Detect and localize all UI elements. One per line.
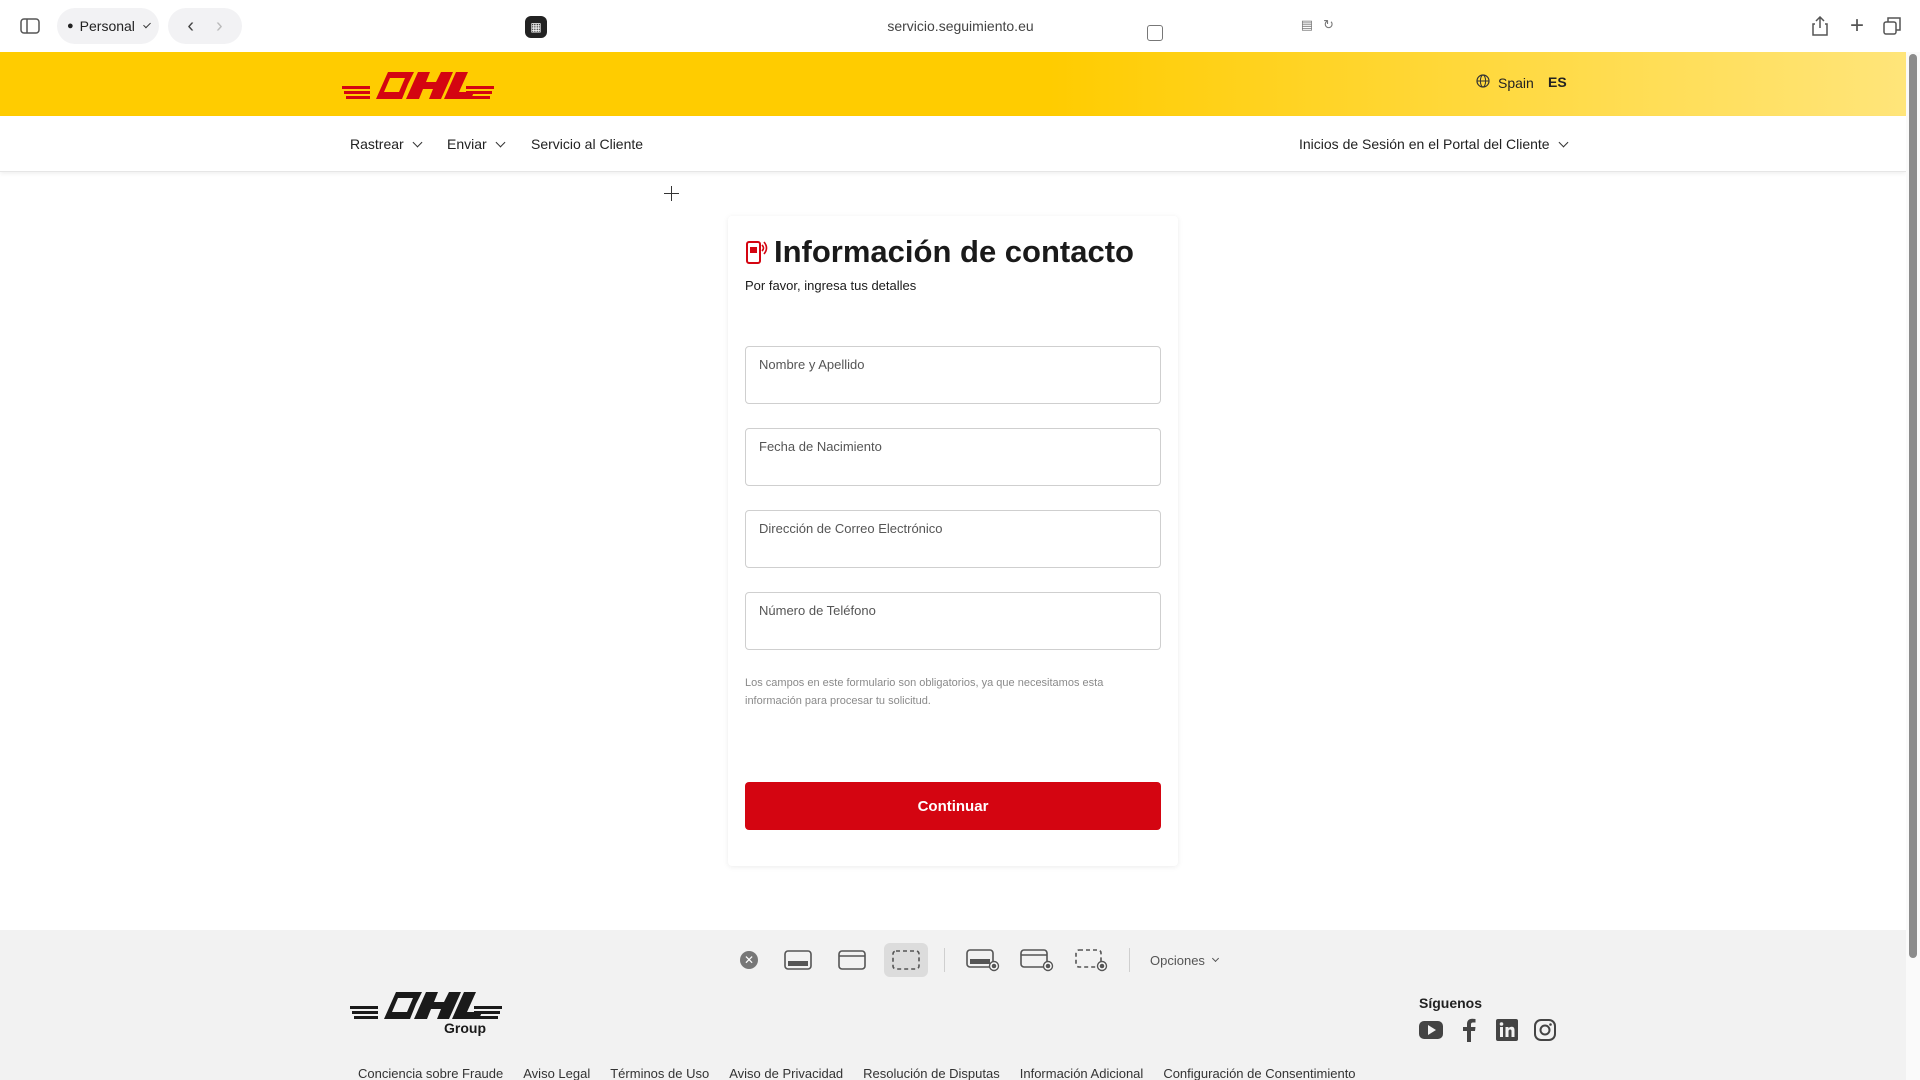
footer-links: Conciencia sobre Fraude Aviso Legal Térm…	[358, 1066, 1356, 1080]
form-disclaimer: Los campos en este formulario son obliga…	[745, 677, 1104, 707]
footer-link-aviso-legal[interactable]: Aviso Legal	[523, 1066, 590, 1080]
youtube-icon[interactable]	[1419, 1018, 1443, 1042]
phone-field[interactable]: Número de Teléfono	[745, 592, 1161, 650]
nav-item-enviar[interactable]: Enviar	[447, 136, 506, 152]
nav-item-servicio-cliente[interactable]: Servicio al Cliente	[531, 136, 643, 152]
capture-window-icon[interactable]	[830, 943, 874, 977]
full-name-field[interactable]: Nombre y Apellido	[745, 346, 1161, 404]
chevron-down-icon	[1558, 137, 1569, 147]
profile-label: Personal	[79, 18, 135, 34]
address-bar[interactable]: servicio.seguimiento.eu ▤ ↻	[569, 8, 1352, 44]
url-text: servicio.seguimiento.eu	[887, 18, 1034, 34]
back-icon[interactable]: ‹	[187, 15, 194, 38]
email-field[interactable]: Dirección de Correo Electrónico	[745, 510, 1161, 568]
birth-date-label: Fecha de Nacimiento	[759, 439, 882, 454]
footer-link-privacidad[interactable]: Aviso de Privacidad	[729, 1066, 843, 1080]
social-links	[1419, 1018, 1557, 1042]
email-label: Dirección de Correo Electrónico	[759, 521, 943, 536]
person-icon: ●	[67, 20, 74, 32]
sidebar-toggle-icon[interactable]	[20, 16, 40, 36]
birth-date-input[interactable]	[758, 459, 1148, 479]
tab-favicon-icon[interactable]: ▦	[525, 16, 547, 38]
chevron-down-icon	[412, 137, 423, 147]
customer-portal-login[interactable]: Inicios de Sesión en el Portal del Clien…	[1299, 136, 1569, 152]
tab-overview-icon[interactable]	[1881, 15, 1903, 37]
form-title-row: Información de contacto	[746, 234, 1134, 270]
scrollbar-thumb[interactable]	[1909, 54, 1917, 958]
country-label: Spain	[1498, 74, 1534, 91]
email-input[interactable]	[758, 541, 1148, 561]
contact-form-card: Información de contacto Por favor, ingre…	[728, 216, 1178, 866]
continue-button[interactable]: Continuar	[745, 782, 1161, 830]
footer-link-disputas[interactable]: Resolución de Disputas	[863, 1066, 1000, 1080]
instagram-icon[interactable]	[1533, 1018, 1557, 1042]
dhl-logo[interactable]	[342, 70, 494, 100]
follow-us-label: Síguenos	[1419, 995, 1483, 1011]
globe-icon	[1476, 74, 1490, 91]
birth-date-field[interactable]: Fecha de Nacimiento	[745, 428, 1161, 486]
linkedin-icon[interactable]	[1495, 1018, 1519, 1042]
nav-item-rastrear[interactable]: Rastrear	[350, 136, 423, 152]
translate-icon[interactable]: ▤	[1301, 17, 1313, 33]
phone-input[interactable]	[758, 623, 1148, 643]
footer-link-fraude[interactable]: Conciencia sobre Fraude	[358, 1066, 503, 1080]
share-icon[interactable]	[1810, 14, 1830, 38]
options-label: Opciones	[1150, 952, 1205, 968]
history-nav: ‹ ›	[168, 8, 242, 44]
chevron-down-icon	[143, 20, 151, 28]
page-scrollbar[interactable]	[1906, 52, 1920, 1080]
profile-switcher[interactable]: ● Personal	[57, 8, 159, 44]
capture-screen-icon[interactable]	[776, 943, 820, 977]
portal-label: Inicios de Sesión en el Portal del Clien…	[1299, 136, 1550, 152]
phone-label: Número de Teléfono	[759, 603, 876, 618]
new-tab-icon[interactable]: +	[1846, 12, 1868, 39]
nav-label: Enviar	[447, 136, 487, 152]
forward-icon[interactable]: ›	[216, 15, 223, 38]
toolbar-divider	[1129, 948, 1130, 972]
language-selector[interactable]: ES	[1548, 74, 1567, 90]
full-name-input[interactable]	[758, 377, 1148, 397]
nav-label: Servicio al Cliente	[531, 136, 644, 152]
record-screen-icon[interactable]	[961, 943, 1005, 977]
chevron-down-icon	[1211, 954, 1219, 962]
record-selection-icon[interactable]	[1069, 943, 1113, 977]
reader-icon[interactable]	[1147, 25, 1163, 41]
record-window-icon[interactable]	[1015, 943, 1059, 977]
capture-selection-icon[interactable]	[884, 943, 928, 977]
nav-label: Rastrear	[350, 136, 404, 152]
footer-link-info-adicional[interactable]: Información Adicional	[1020, 1066, 1144, 1080]
country-selector[interactable]: Spain	[1476, 74, 1534, 91]
page-subtitle: Por favor, ingresa tus detalles	[745, 278, 917, 293]
browser-toolbar: ● Personal ‹ › ▦ servicio.seguimiento.eu…	[0, 0, 1920, 52]
close-icon[interactable]: ✕	[740, 951, 758, 969]
screenshot-toolbar: ✕ Opciones	[740, 940, 1219, 980]
phone-icon	[746, 239, 768, 265]
main-nav: Rastrear Enviar Servicio al Cliente Inic…	[0, 116, 1906, 172]
toolbar-divider	[944, 948, 945, 972]
site-footer: ✕ Opciones Group Síguenos Conciencia sob…	[0, 930, 1906, 1080]
dhl-group-logo[interactable]: Group	[348, 990, 504, 1036]
chevron-down-icon	[495, 137, 506, 147]
mouse-cursor	[664, 186, 679, 201]
logo-subtitle: Group	[444, 1020, 486, 1036]
footer-link-consentimiento[interactable]: Configuración de Consentimiento	[1163, 1066, 1355, 1080]
site-header: Spain ES	[0, 52, 1906, 116]
reload-icon[interactable]: ↻	[1323, 17, 1334, 33]
full-name-label: Nombre y Apellido	[759, 357, 865, 372]
footer-link-terminos[interactable]: Términos de Uso	[610, 1066, 709, 1080]
page-title: Información de contacto	[774, 234, 1134, 269]
options-dropdown[interactable]: Opciones	[1150, 952, 1219, 968]
facebook-icon[interactable]	[1457, 1018, 1481, 1042]
